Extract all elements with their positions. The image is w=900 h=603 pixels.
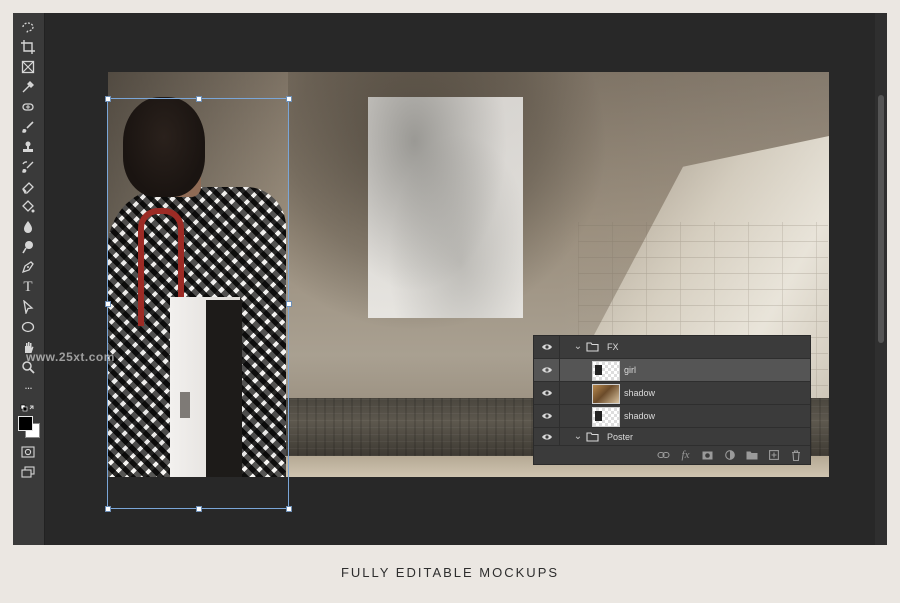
swap-colors-icon[interactable] bbox=[19, 401, 37, 417]
transform-handle[interactable] bbox=[196, 506, 202, 512]
clone-stamp-icon[interactable] bbox=[19, 139, 37, 155]
folder-icon bbox=[586, 342, 599, 352]
watermark: www.25xt.com bbox=[26, 350, 115, 364]
healing-brush-icon[interactable] bbox=[19, 99, 37, 115]
vertical-scrollbar[interactable] bbox=[875, 13, 887, 545]
pen-tool-icon[interactable] bbox=[19, 259, 37, 275]
scrollbar-thumb[interactable] bbox=[878, 95, 884, 343]
eye-icon[interactable] bbox=[539, 429, 555, 445]
layer-row-girl[interactable]: girl bbox=[534, 359, 810, 382]
folder-icon bbox=[586, 432, 599, 442]
layer-row-poster-group[interactable]: ⌄ Poster bbox=[534, 428, 810, 446]
delete-layer-icon[interactable] bbox=[789, 449, 802, 461]
more-tools-icon[interactable]: ··· bbox=[19, 381, 37, 397]
screen-mode-icon[interactable] bbox=[19, 464, 37, 480]
eyedropper-tool-icon[interactable] bbox=[19, 79, 37, 95]
adjustment-layer-icon[interactable] bbox=[723, 449, 736, 461]
history-brush-icon[interactable] bbox=[19, 159, 37, 175]
transform-handle[interactable] bbox=[105, 506, 111, 512]
transform-handle[interactable] bbox=[105, 301, 111, 307]
layers-panel: ⌄ FX girl shadow shadow ⌄ Poster fx bbox=[533, 335, 811, 465]
eye-icon[interactable] bbox=[539, 385, 555, 401]
chevron-down-icon[interactable]: ⌄ bbox=[572, 429, 584, 445]
shape-tool-icon[interactable] bbox=[19, 319, 37, 335]
layer-row-shadow-2[interactable]: shadow bbox=[534, 405, 810, 428]
layers-panel-footer: fx bbox=[534, 446, 810, 464]
chevron-down-icon[interactable]: ⌄ bbox=[572, 339, 584, 355]
layer-mask-icon[interactable] bbox=[701, 449, 714, 461]
eye-icon[interactable] bbox=[539, 408, 555, 424]
transform-handle[interactable] bbox=[286, 301, 292, 307]
eraser-tool-icon[interactable] bbox=[19, 179, 37, 195]
layer-name: girl bbox=[624, 365, 637, 375]
layer-name: shadow bbox=[624, 411, 656, 421]
transform-handle[interactable] bbox=[286, 506, 292, 512]
layer-name: Poster bbox=[607, 432, 634, 442]
fx-icon[interactable]: fx bbox=[679, 449, 692, 461]
caption: FULLY EDITABLE MOCKUPS bbox=[340, 565, 560, 580]
foreground-color-swatch[interactable] bbox=[18, 416, 33, 431]
transform-handle[interactable] bbox=[286, 96, 292, 102]
link-layers-icon[interactable] bbox=[657, 449, 670, 461]
tools-panel: T ··· bbox=[13, 13, 45, 545]
quick-mask-icon[interactable] bbox=[19, 444, 37, 460]
layer-thumbnail bbox=[592, 361, 620, 381]
paint-bucket-icon[interactable] bbox=[19, 199, 37, 215]
layer-thumbnail bbox=[592, 384, 620, 404]
layer-name: FX bbox=[607, 342, 619, 352]
path-selection-icon[interactable] bbox=[19, 299, 37, 315]
brush-tool-icon[interactable] bbox=[19, 119, 37, 135]
frame-tool-icon[interactable] bbox=[19, 59, 37, 75]
eye-icon[interactable] bbox=[539, 339, 555, 355]
lasso-tool-icon[interactable] bbox=[19, 19, 37, 35]
type-tool-icon[interactable]: T bbox=[19, 279, 37, 295]
layer-name: shadow bbox=[624, 388, 656, 398]
dodge-tool-icon[interactable] bbox=[19, 239, 37, 255]
crop-tool-icon[interactable] bbox=[19, 39, 37, 55]
new-layer-icon[interactable] bbox=[767, 449, 780, 461]
blur-tool-icon[interactable] bbox=[19, 219, 37, 235]
transform-handle[interactable] bbox=[196, 96, 202, 102]
layer-thumbnail bbox=[592, 407, 620, 427]
layer-row-shadow-1[interactable]: shadow bbox=[534, 382, 810, 405]
transform-handle[interactable] bbox=[105, 96, 111, 102]
photoshop-window: T ··· ⌄ FX girl shadow shadow ⌄ Poster f… bbox=[13, 13, 887, 545]
new-group-icon[interactable] bbox=[745, 449, 758, 461]
transform-bounding-box[interactable] bbox=[105, 96, 292, 512]
poster-leaf-shadow bbox=[368, 97, 523, 318]
layer-row-fx-group[interactable]: ⌄ FX bbox=[534, 336, 810, 359]
eye-icon[interactable] bbox=[539, 362, 555, 378]
